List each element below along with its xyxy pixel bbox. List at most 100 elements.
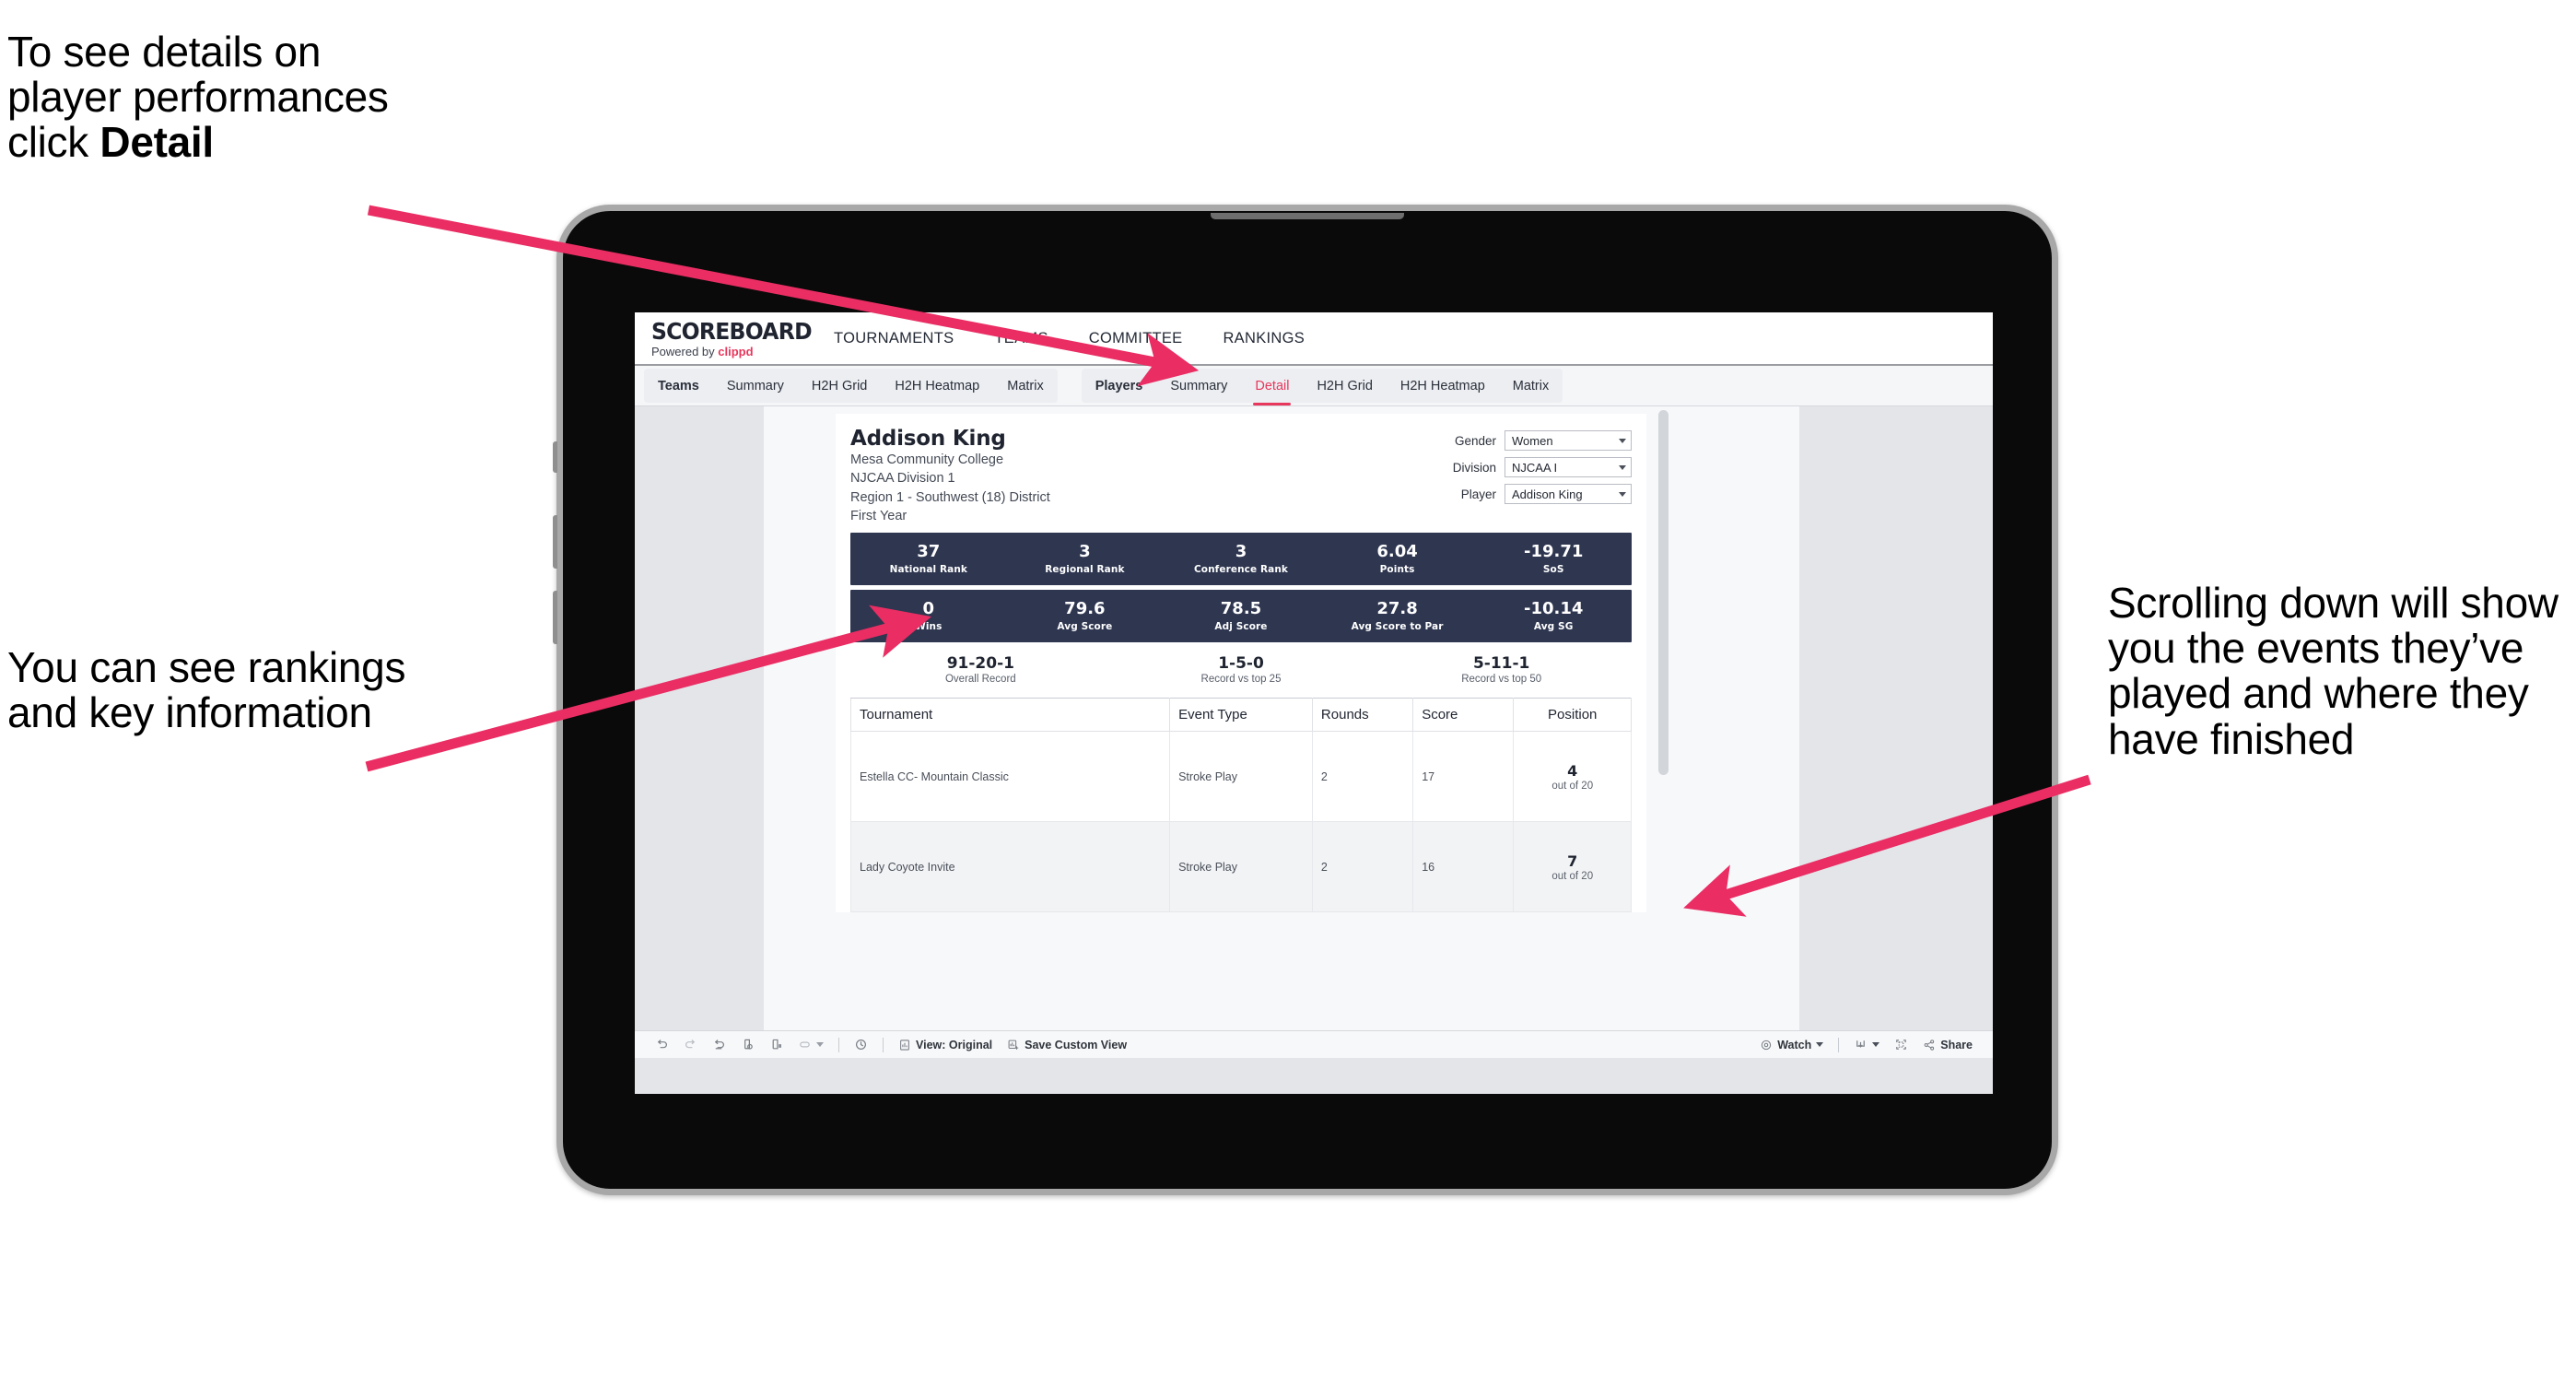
record-value: 5-11-1 [1472,653,1530,673]
zoom-dropdown-icon[interactable] [790,1038,831,1051]
column-header-tournament[interactable]: Tournament [849,698,1171,733]
tab-teams-h2h-heatmap[interactable]: H2H Heatmap [881,369,993,403]
stat-value: 27.8 [1376,598,1418,618]
tournaments-table-body: Estella CC- Mountain Classic Stroke Play… [849,731,1632,913]
stat-points: 6.04 Points [1319,543,1476,575]
stat-value: 79.6 [1064,598,1106,618]
cell-event-type: Stroke Play [1169,731,1313,823]
redo-icon[interactable] [676,1038,705,1051]
vertical-scrollbar[interactable] [1658,410,1669,775]
cell-position: 4 out of 20 [1513,731,1632,823]
view-original-label: View: Original [916,1038,993,1051]
filter-division-value: NJCAA I [1512,460,1558,475]
topnav-item-rankings[interactable]: RANKINGS [1202,312,1325,364]
column-header-score[interactable]: Score [1412,698,1515,733]
chevron-down-icon [1619,438,1626,443]
share-button[interactable]: Share [1915,1039,1980,1051]
save-custom-view-label: Save Custom View [1025,1038,1128,1051]
tab-players-h2h-heatmap[interactable]: H2H Heatmap [1387,369,1499,403]
refresh-data-icon[interactable] [733,1038,762,1051]
view-original-button[interactable]: View: Original [891,1039,1000,1051]
stat-adj-score: 78.5 Adj Score [1163,600,1319,632]
chevron-down-icon [816,1042,824,1047]
show-history-icon[interactable] [847,1038,875,1051]
cell-tournament: Estella CC- Mountain Classic [849,731,1171,823]
record-vs-top-50: 5-11-1 Record vs top 50 [1371,655,1632,686]
tablet-screen: SCOREBOARD Powered by clippd TOURNAMENTS… [635,312,1993,1094]
position-rank: 4 [1567,761,1578,780]
share-icon [1923,1039,1936,1051]
filter-player-label: Player [1460,487,1496,501]
worksheet-panel: Addison King Mesa Community College NJCA… [764,406,1799,1030]
record-label: Record vs top 25 [1200,674,1282,686]
stat-value: -19.71 [1523,542,1584,562]
download-icon[interactable] [1846,1038,1887,1051]
column-header-rounds[interactable]: Rounds [1311,698,1414,733]
stat-value: -10.14 [1523,598,1584,618]
topnav-item-tournaments[interactable]: TOURNAMENTS [814,312,974,364]
stat-sos: -19.71 SoS [1475,543,1632,575]
stat-avg-score: 79.6 Avg Score [1007,600,1164,632]
tab-teams-matrix[interactable]: Matrix [993,369,1057,403]
callout-scroll-info: Scrolling down will show you the events … [2108,579,2558,763]
stat-value: 6.04 [1376,542,1418,562]
save-custom-view-button[interactable]: Save Custom View [1000,1039,1134,1051]
brand-powered-name: clippd [718,344,754,358]
column-header-event-type[interactable]: Event Type [1169,698,1313,733]
topnav-item-teams[interactable]: TEAMS [974,312,1068,364]
filter-gender-select[interactable]: Women [1505,430,1632,451]
cell-score: 16 [1412,821,1515,913]
record-summary-row: 91-20-1 Overall Record 1-5-0 Record vs t… [850,641,1632,699]
record-value: 91-20-1 [946,653,1014,673]
stat-avg-score-to-par: 27.8 Avg Score to Par [1319,600,1476,632]
tableau-bottom-toolbar: View: Original Save Custom View Watch Sh… [635,1030,1993,1058]
tab-group-label-teams: Teams [658,378,699,393]
tab-players-detail[interactable]: Detail [1241,369,1303,405]
filter-gender: Gender Women [1453,430,1632,451]
stat-label: Avg Score [1057,620,1113,632]
stat-value: 0 [922,598,935,618]
view-icon [898,1039,911,1051]
tab-teams-summary[interactable]: Summary [713,369,798,403]
table-row[interactable]: Estella CC- Mountain Classic Stroke Play… [849,731,1632,823]
chevron-down-icon [1872,1042,1880,1047]
stat-band-rankings: 37 National Rank 3 Regional Rank 3 Confe… [850,533,1632,585]
filter-division: Division NJCAA I [1453,457,1632,477]
tab-players-matrix[interactable]: Matrix [1499,369,1563,403]
stat-label: Conference Rank [1193,563,1288,575]
filter-player-select[interactable]: Addison King [1505,484,1632,504]
brand-powered-prefix: Powered by [651,344,719,358]
pause-auto-updates-icon[interactable] [762,1038,790,1051]
teams-tab-group: Teams Summary H2H Grid H2H Heatmap Matri… [644,369,1058,403]
tab-group-label-players: Players [1095,378,1143,393]
tab-players-h2h-grid[interactable]: H2H Grid [1303,369,1386,403]
full-screen-icon[interactable] [1887,1038,1915,1051]
secondary-tab-bar: Teams Summary H2H Grid H2H Heatmap Matri… [635,366,1993,406]
callout-detail-line1: To see details on [7,28,322,76]
undo-icon[interactable] [648,1038,676,1051]
table-row[interactable]: Lady Coyote Invite Stroke Play 2 16 7 ou… [849,821,1632,913]
callout-detail-bold-word: Detail [100,118,214,167]
stat-label: Regional Rank [1045,563,1125,575]
players-tab-group: Players Summary Detail H2H Grid H2H Heat… [1081,369,1563,405]
player-region: Region 1 - Southwest (18) District [850,489,1050,505]
filter-division-select[interactable]: NJCAA I [1505,457,1632,477]
tab-teams-h2h-grid[interactable]: H2H Grid [798,369,881,403]
player-name: Addison King [850,427,1006,451]
filter-division-label: Division [1452,460,1496,475]
watch-button[interactable]: Watch [1752,1039,1831,1051]
stat-label: SoS [1542,563,1564,575]
record-overall: 91-20-1 Overall Record [850,655,1111,686]
stat-value: 3 [1079,542,1091,562]
tournaments-table-head: Tournament Event Type Rounds Score Posit… [849,698,1632,733]
stat-label: Adj Score [1214,620,1268,632]
revert-icon[interactable] [705,1038,733,1051]
topnav-item-committee[interactable]: COMMITTEE [1069,312,1203,364]
stat-avg-sg: -10.14 Avg SG [1475,600,1632,632]
tournaments-table: Tournament Event Type Rounds Score Posit… [849,698,1632,913]
brand-logo[interactable]: SCOREBOARD Powered by clippd [635,320,814,358]
watch-label: Watch [1777,1038,1812,1051]
tab-players-summary[interactable]: Summary [1156,369,1241,403]
filter-player: Player Addison King [1453,484,1632,504]
column-header-position[interactable]: Position [1513,698,1632,733]
